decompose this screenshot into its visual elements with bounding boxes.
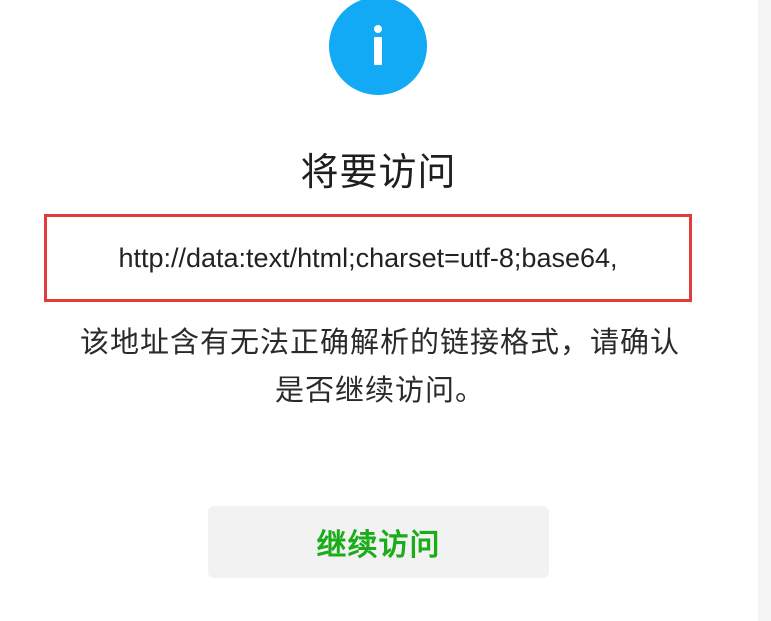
info-icon-stem [374,37,382,65]
access-warning-page: 将要访问 http://data:text/html;charset=utf-8… [0,0,771,621]
warning-message: 该地址含有无法正确解析的链接格式，请确认是否继续访问。 [79,325,680,407]
continue-visit-label: 继续访问 [316,528,441,563]
target-url: http://data:text/html;charset=utf-8;base… [118,242,618,273]
right-scroll-gutter [758,0,771,621]
info-icon-dot [374,25,382,33]
url-highlight-box: http://data:text/html;charset=utf-8;base… [44,214,692,302]
continue-visit-button[interactable]: 继续访问 [208,506,549,578]
info-icon [329,0,427,95]
page-title: 将要访问 [300,150,457,194]
